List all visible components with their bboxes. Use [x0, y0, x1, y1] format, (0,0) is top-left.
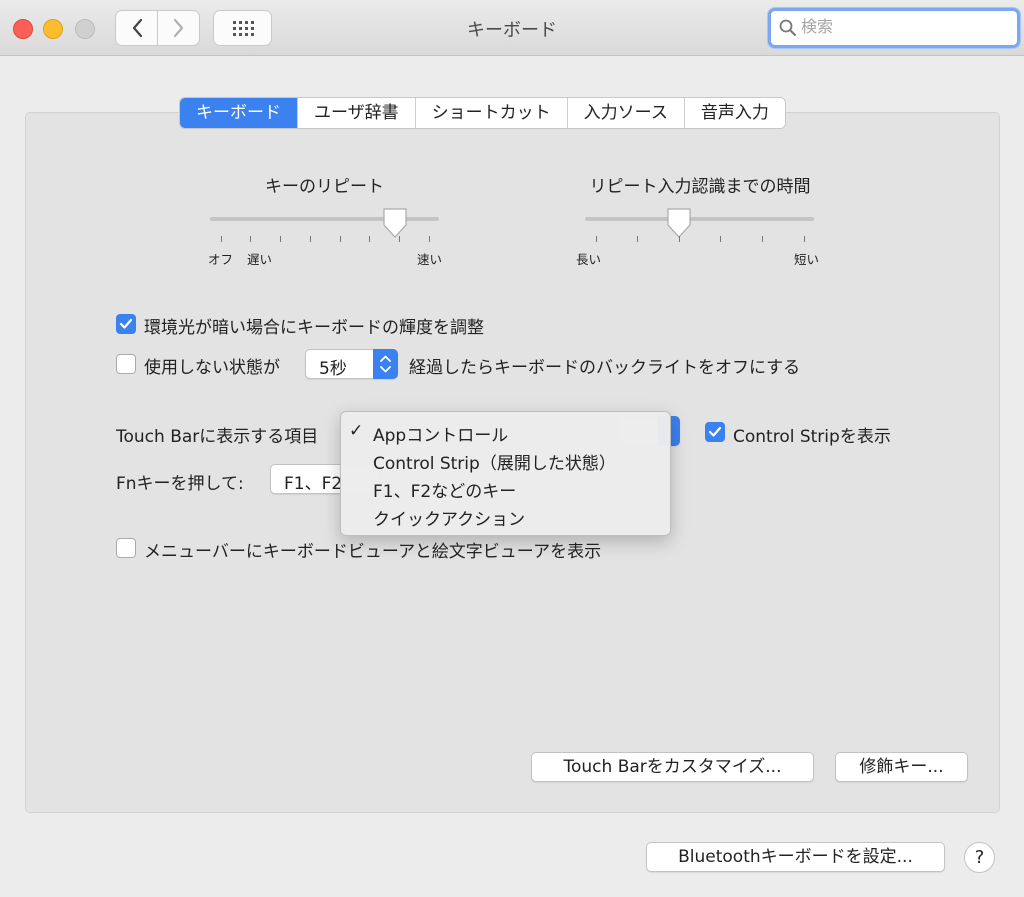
tab-input-sources[interactable]: 入力ソース — [567, 98, 685, 128]
repeat-delay-slider-thumb[interactable] — [666, 207, 692, 239]
tab-user-dictionary[interactable]: ユーザ辞書 — [298, 98, 416, 128]
key-repeat-tick — [221, 236, 222, 242]
popup-stepper — [373, 349, 398, 379]
tab-bar: キーボード ユーザ辞書 ショートカット 入力ソース 音声入力 — [179, 97, 786, 129]
key-repeat-fast-label: 速い — [417, 252, 443, 267]
repeat-delay-tick — [804, 236, 805, 242]
key-repeat-tick — [369, 236, 370, 242]
fn-key-value: F1、F2 — [284, 474, 343, 494]
backlight-timeout-popup[interactable]: 5秒 — [305, 349, 398, 379]
backlight-timeout-value: 5秒 — [319, 359, 347, 379]
tab-dictation[interactable]: 音声入力 — [684, 98, 785, 128]
control-strip-checkbox[interactable] — [705, 422, 725, 442]
key-repeat-tick — [340, 236, 341, 242]
checkmark-icon — [708, 426, 722, 437]
touchbar-label: Touch Barに表示する項目 — [116, 427, 319, 447]
tab-keyboard[interactable]: キーボード — [180, 98, 298, 128]
touchbar-items-menu: ✓ Appコントロール Control Strip（展開した状態） F1、F2な… — [340, 411, 671, 536]
search-icon — [779, 19, 796, 36]
key-repeat-title: キーのリピート — [265, 177, 384, 197]
repeat-delay-tick — [720, 236, 721, 242]
menubar-viewer-label: メニューバーにキーボードビューアと絵文字ビューアを表示 — [144, 542, 602, 562]
search-input[interactable] — [801, 17, 1001, 36]
key-repeat-slow-label: 遅い — [247, 252, 273, 267]
repeat-delay-tick — [762, 236, 763, 242]
repeat-delay-title: リピート入力認識までの時間 — [589, 177, 811, 197]
menu-item-control-strip-expanded[interactable]: Control Strip（展開した状態） — [373, 449, 616, 474]
repeat-delay-tick — [596, 236, 597, 242]
repeat-delay-long-label: 長い — [576, 252, 602, 267]
modifier-keys-button[interactable]: 修飾キー... — [835, 752, 968, 782]
repeat-delay-short-label: 短い — [794, 252, 820, 267]
repeat-delay-slider[interactable] — [585, 217, 814, 221]
key-repeat-tick — [280, 236, 281, 242]
tab-shortcuts[interactable]: ショートカット — [415, 98, 568, 128]
help-button[interactable]: ? — [964, 842, 995, 873]
control-strip-label: Control Stripを表示 — [733, 427, 891, 447]
checkmark-icon — [119, 318, 133, 329]
chevron-updown-icon — [380, 355, 391, 373]
menu-item-quick-actions[interactable]: クイックアクション — [373, 505, 525, 530]
menubar-viewer-checkbox[interactable] — [116, 538, 136, 558]
backlight-off-checkbox[interactable] — [116, 354, 136, 374]
ambient-light-checkbox[interactable] — [116, 314, 136, 334]
key-repeat-tick — [399, 236, 400, 242]
ambient-light-label: 環境光が暗い場合にキーボードの輝度を調整 — [144, 318, 484, 338]
key-repeat-off-label: オフ — [208, 252, 234, 267]
search-field[interactable] — [768, 8, 1020, 48]
repeat-delay-tick — [679, 236, 680, 242]
customize-touchbar-button[interactable]: Touch Barをカスタマイズ... — [531, 752, 814, 782]
menu-item-app-controls[interactable]: Appコントロール — [373, 421, 508, 446]
menu-item-f-keys[interactable]: F1、F2などのキー — [373, 477, 516, 502]
checkmark-icon: ✓ — [349, 421, 364, 441]
title-bar: キーボード — [0, 0, 1024, 56]
key-repeat-tick — [429, 236, 430, 242]
fn-key-label: Fnキーを押して: — [116, 474, 244, 494]
backlight-off-label-before: 使用しない状態が — [144, 358, 280, 378]
repeat-delay-tick — [637, 236, 638, 242]
bluetooth-keyboard-button[interactable]: Bluetoothキーボードを設定... — [646, 842, 945, 872]
key-repeat-slider-thumb[interactable] — [382, 207, 408, 239]
backlight-off-label-after: 経過したらキーボードのバックライトをオフにする — [409, 358, 801, 378]
key-repeat-tick — [250, 236, 251, 242]
key-repeat-tick — [310, 236, 311, 242]
